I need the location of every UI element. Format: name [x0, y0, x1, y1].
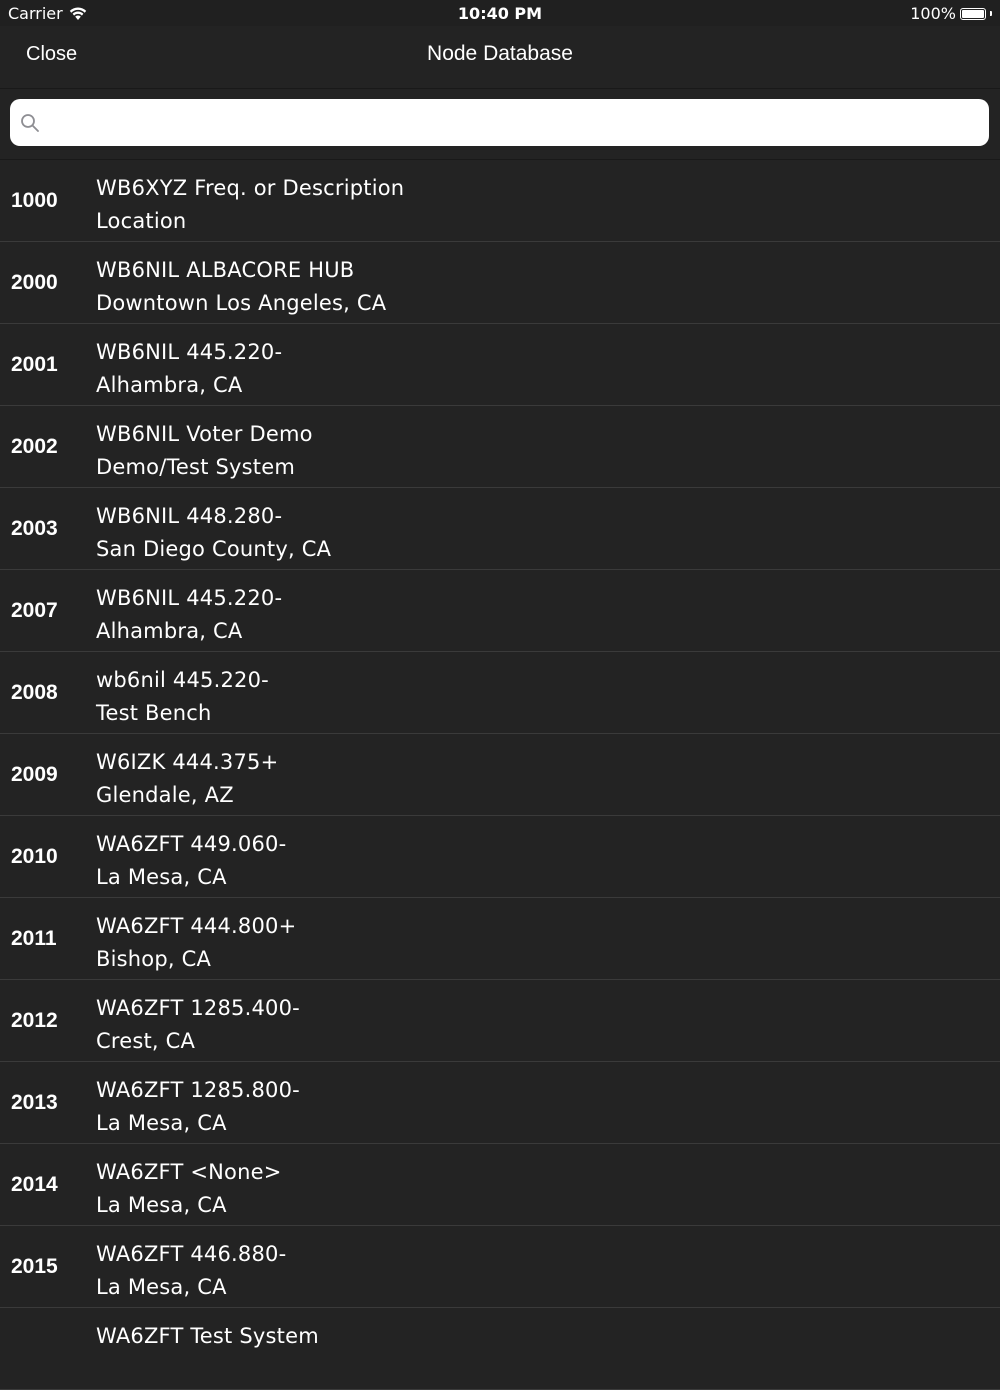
node-location: La Mesa, CA — [96, 865, 227, 889]
table-row[interactable]: 2009 W6IZK 444.375+ Glendale, AZ — [0, 734, 1000, 816]
navigation-bar: Close Node Database — [0, 26, 1000, 89]
node-details: wb6nil 445.220- Test Bench — [96, 664, 269, 730]
node-details: WA6ZFT 1285.800- La Mesa, CA — [96, 1074, 300, 1140]
node-description: WA6ZFT Test System — [96, 1324, 319, 1348]
node-details: WB6NIL 445.220- Alhambra, CA — [96, 336, 282, 402]
battery-tip — [990, 11, 992, 16]
node-location: Alhambra, CA — [96, 619, 243, 643]
node-details: WB6NIL ALBACORE HUB Downtown Los Angeles,… — [96, 254, 386, 320]
table-row[interactable]: 2003 WB6NIL 448.280- San Diego County, CA — [0, 488, 1000, 570]
node-details: WB6NIL 445.220- Alhambra, CA — [96, 582, 282, 648]
node-description: wb6nil 445.220- — [96, 668, 269, 692]
table-row[interactable]: 2007 WB6NIL 445.220- Alhambra, CA — [0, 570, 1000, 652]
node-number: 2000 — [11, 270, 58, 294]
node-location: Demo/Test System — [96, 455, 296, 479]
table-row[interactable]: 2015 WA6ZFT 446.880- La Mesa, CA — [0, 1226, 1000, 1308]
node-number: 2011 — [11, 926, 57, 950]
node-details: WB6XYZ Freq. or Description Location — [96, 172, 404, 238]
search-bar — [0, 89, 1000, 160]
node-location: Alhambra, CA — [96, 373, 243, 397]
table-row[interactable]: 2001 WB6NIL 445.220- Alhambra, CA — [0, 324, 1000, 406]
node-details: W6IZK 444.375+ Glendale, AZ — [96, 746, 278, 812]
page-title: Node Database — [427, 42, 573, 65]
node-number: 2002 — [11, 434, 58, 458]
table-row[interactable]: 2011 WA6ZFT 444.800+ Bishop, CA — [0, 898, 1000, 980]
table-row[interactable]: 2002 WB6NIL Voter Demo Demo/Test System — [0, 406, 1000, 488]
node-number: 2014 — [11, 1172, 58, 1196]
node-number: 1000 — [11, 188, 58, 212]
node-location: Crest, CA — [96, 1029, 196, 1053]
battery-percent: 100% — [910, 4, 956, 23]
node-description: WA6ZFT 446.880- — [96, 1242, 287, 1266]
node-description: WB6NIL 448.280- — [96, 504, 283, 528]
node-description: WB6NIL Voter Demo — [96, 422, 313, 446]
node-location: Glendale, AZ — [96, 783, 234, 807]
close-button[interactable]: Close — [26, 43, 77, 66]
node-details: WA6ZFT 449.060- La Mesa, CA — [96, 828, 286, 894]
battery-indicator: 100% — [910, 4, 992, 23]
node-details: WA6ZFT 444.800+ Bishop, CA — [96, 910, 296, 976]
table-row[interactable]: 2012 WA6ZFT 1285.400- Crest, CA — [0, 980, 1000, 1062]
node-description: WA6ZFT 444.800+ — [96, 914, 297, 938]
search-field-container[interactable] — [10, 99, 989, 146]
node-details: WB6NIL 448.280- San Diego County, CA — [96, 500, 331, 566]
node-number: 2015 — [11, 1254, 58, 1278]
node-description: WA6ZFT 1285.800- — [96, 1078, 300, 1102]
node-description: WB6XYZ Freq. or Description — [96, 176, 405, 200]
node-description: WB6NIL 445.220- — [96, 586, 283, 610]
table-row[interactable]: 1000 WB6XYZ Freq. or Description Location — [0, 160, 1000, 242]
node-location: Location — [96, 209, 187, 233]
node-details: WB6NIL Voter Demo Demo/Test System — [96, 418, 313, 484]
node-number: 2010 — [11, 844, 58, 868]
node-number: 2001 — [11, 352, 58, 376]
status-bar: Carrier 10:40 PM 100% — [0, 0, 1000, 26]
node-number: 2003 — [11, 516, 58, 540]
node-description: WA6ZFT <None> — [96, 1160, 282, 1184]
search-icon — [21, 113, 39, 132]
node-description: WA6ZFT 1285.400- — [96, 996, 300, 1020]
node-number: 2012 — [11, 1008, 58, 1032]
search-input[interactable] — [48, 101, 989, 144]
node-number: 2009 — [11, 762, 58, 786]
table-row[interactable]: 2014 WA6ZFT <None> La Mesa, CA — [0, 1144, 1000, 1226]
node-description: WB6NIL 445.220- — [96, 340, 283, 364]
node-number: 2008 — [11, 680, 58, 704]
node-location: La Mesa, CA — [96, 1193, 227, 1217]
node-location: La Mesa, CA — [96, 1111, 227, 1135]
table-row[interactable]: 2008 wb6nil 445.220- Test Bench — [0, 652, 1000, 734]
node-details: WA6ZFT <None> La Mesa, CA — [96, 1156, 282, 1222]
node-location: Downtown Los Angeles, CA — [96, 291, 387, 315]
node-list: 1000 WB6XYZ Freq. or Description Location 2… — [0, 160, 1000, 1390]
table-row[interactable]: 2000 WB6NIL ALBACORE HUB Downtown Los Ange… — [0, 242, 1000, 324]
table-row[interactable]: 2010 WA6ZFT 449.060- La Mesa, CA — [0, 816, 1000, 898]
node-location: La Mesa, CA — [96, 1275, 227, 1299]
node-description: W6IZK 444.375+ — [96, 750, 279, 774]
node-details: WA6ZFT Test System — [96, 1320, 319, 1353]
node-number: 2013 — [11, 1090, 58, 1114]
battery-icon — [960, 7, 986, 20]
node-description: WB6NIL ALBACORE HUB — [96, 258, 355, 282]
node-details: WA6ZFT 446.880- La Mesa, CA — [96, 1238, 286, 1304]
node-number: 2007 — [11, 598, 58, 622]
node-details: WA6ZFT 1285.400- Crest, CA — [96, 992, 300, 1058]
clock: 10:40 PM — [457, 4, 543, 23]
node-location: Bishop, CA — [96, 947, 212, 971]
table-row[interactable]: 2013 WA6ZFT 1285.800- La Mesa, CA — [0, 1062, 1000, 1144]
table-row[interactable]: WA6ZFT Test System — [0, 1308, 1000, 1390]
node-location: Test Bench — [96, 701, 212, 725]
node-description: WA6ZFT 449.060- — [96, 832, 287, 856]
node-location: San Diego County, CA — [96, 537, 332, 561]
